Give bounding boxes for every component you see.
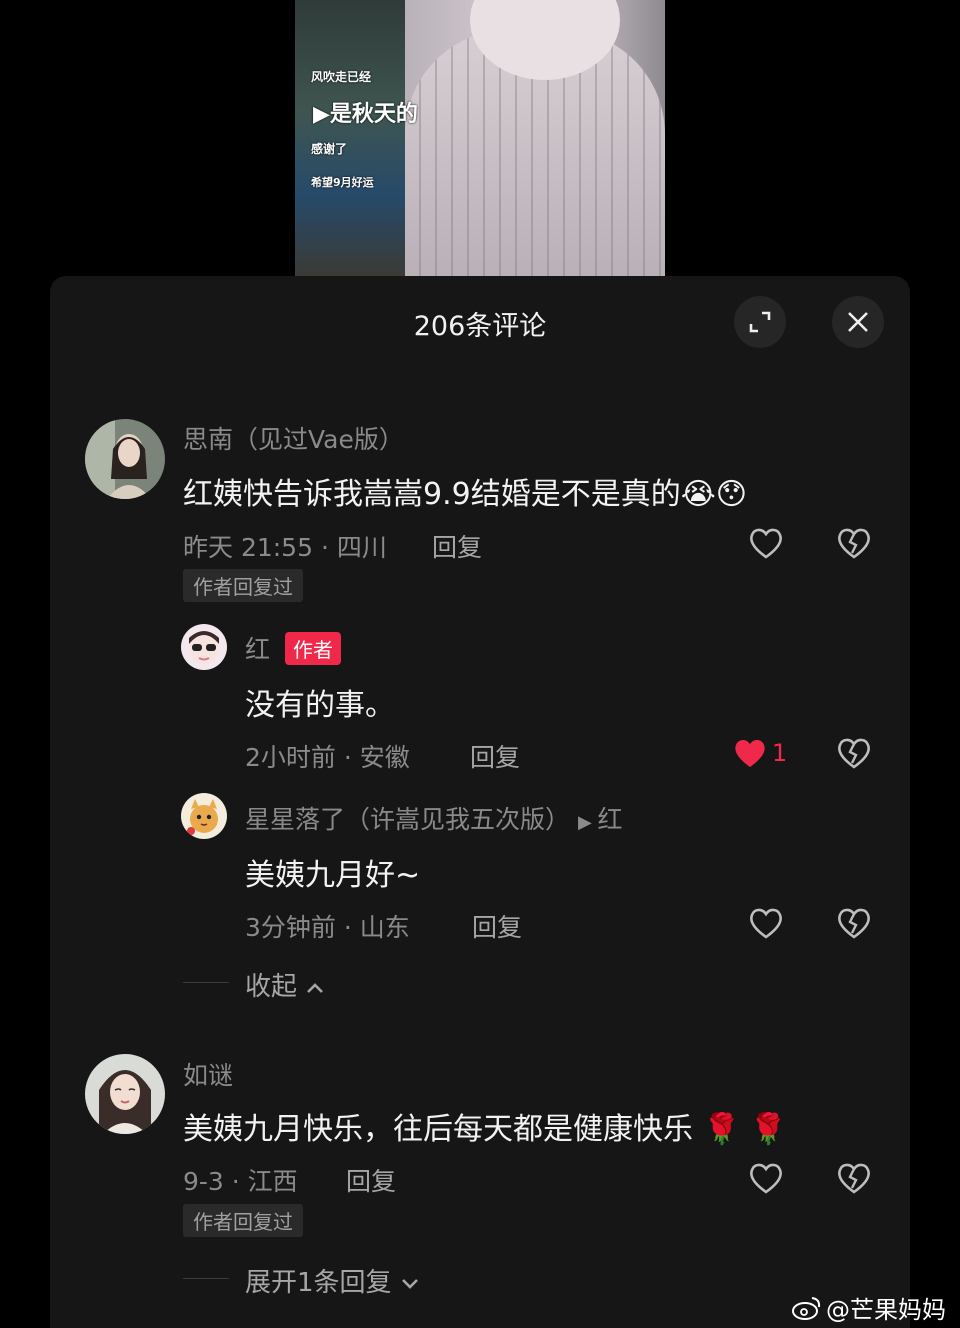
avatar-image bbox=[85, 1054, 165, 1134]
collapse-divider bbox=[183, 982, 229, 983]
video-overlay-text-3: 感谢了 bbox=[311, 142, 348, 156]
broken-heart-icon[interactable] bbox=[836, 906, 872, 940]
broken-heart-icon[interactable] bbox=[836, 1161, 872, 1195]
expand-button[interactable] bbox=[734, 296, 786, 348]
avatar[interactable] bbox=[85, 419, 165, 499]
watermark-text: @芒果妈妈 bbox=[826, 1296, 946, 1324]
avatar-image bbox=[181, 624, 227, 670]
comment-text: 红姨快告诉我嵩嵩9.9结婚是不是真的😭😯 bbox=[183, 469, 747, 513]
expand-label: 展开1条回复 bbox=[245, 1268, 392, 1298]
comment-timestamp-location: 昨天 21:55 · 四川 bbox=[183, 533, 387, 562]
reply-button[interactable]: 回复 bbox=[346, 1162, 396, 1198]
expand-replies-button[interactable]: 展开1条回复 bbox=[245, 1262, 420, 1299]
close-button[interactable] bbox=[832, 296, 884, 348]
avatar[interactable] bbox=[85, 1054, 165, 1134]
heart-outline-icon[interactable] bbox=[748, 526, 784, 560]
collapse-replies-button[interactable]: 收起 bbox=[245, 966, 325, 1003]
comment-author-name[interactable]: 思南（见过Vae版） bbox=[183, 420, 404, 456]
reply-author-name-text: 星星落了（许嵩见我五次版） bbox=[245, 805, 571, 834]
broken-heart-icon[interactable] bbox=[836, 526, 872, 560]
video-overlay-text-2: ▶是秋天的 bbox=[313, 102, 418, 127]
reply-timestamp-location: 3分钟前 · 山东 bbox=[245, 913, 410, 942]
reply-text: 没有的事。 bbox=[245, 688, 395, 723]
comment-author-name[interactable]: 如谜 bbox=[183, 1056, 233, 1092]
heart-outline-icon[interactable] bbox=[748, 1161, 784, 1195]
like-count: 1 bbox=[772, 739, 788, 767]
comment-text-body: 红姨快告诉我嵩嵩9.9结婚是不是真的 bbox=[183, 477, 681, 512]
video-background-scene bbox=[295, 0, 405, 278]
video-overlay-text-4: 希望9月好运 bbox=[311, 176, 374, 189]
chevron-up-icon bbox=[307, 982, 324, 993]
author-badge: 作者 bbox=[285, 632, 341, 665]
emoji-crying-surprised-icon: 😭😯 bbox=[680, 477, 748, 512]
close-icon bbox=[848, 312, 868, 332]
author-replied-tag: 作者回复过 bbox=[183, 1204, 303, 1237]
reply-timestamp-location: 2小时前 · 安徽 bbox=[245, 743, 410, 772]
expand-icon bbox=[749, 311, 771, 333]
comment-text: 美姨九月快乐，往后每天都是健康快乐 🌹 🌹 bbox=[183, 1104, 787, 1148]
reply-button[interactable]: 回复 bbox=[432, 528, 482, 564]
reply-author-name[interactable]: 星星落了（许嵩见我五次版） ▶ 红 bbox=[245, 800, 623, 836]
author-replied-tag: 作者回复过 bbox=[183, 569, 303, 602]
expand-divider bbox=[183, 1278, 229, 1279]
collapse-label: 收起 bbox=[245, 972, 298, 1002]
comments-panel: 206条评论 思南（见过Vae版） 红姨快告诉我嵩嵩9.9结婚是不是真的😭😯 昨… bbox=[50, 276, 910, 1328]
heart-outline-icon[interactable] bbox=[748, 906, 784, 940]
broken-heart-icon[interactable] bbox=[836, 736, 872, 770]
comment-text-body: 美姨九月快乐，往后每天都是健康快乐 bbox=[183, 1112, 693, 1147]
avatar-image bbox=[85, 419, 165, 499]
reply-to-name[interactable]: 红 bbox=[598, 805, 623, 834]
heart-filled-icon[interactable] bbox=[732, 736, 768, 770]
reply-arrow-icon: ▶ bbox=[577, 812, 598, 833]
comment-timestamp-location: 9-3 · 江西 bbox=[183, 1167, 298, 1196]
video-preview[interactable]: 风吹走已经 ▶是秋天的 感谢了 希望9月好运 bbox=[295, 0, 665, 278]
reply-author-name[interactable]: 红 bbox=[245, 630, 270, 666]
reply-button[interactable]: 回复 bbox=[470, 738, 520, 774]
weibo-logo-icon bbox=[792, 1296, 821, 1320]
weibo-watermark: @芒果妈妈 bbox=[792, 1290, 946, 1325]
emoji-rose-icon: 🌹 🌹 bbox=[703, 1112, 788, 1147]
chevron-down-icon bbox=[401, 1278, 418, 1289]
avatar[interactable] bbox=[181, 793, 227, 839]
reply-button[interactable]: 回复 bbox=[472, 908, 522, 944]
video-overlay-text-1: 风吹走已经 bbox=[311, 70, 372, 84]
reply-text: 美姨九月好~ bbox=[245, 858, 421, 893]
avatar[interactable] bbox=[181, 624, 227, 670]
avatar-image bbox=[181, 793, 227, 839]
